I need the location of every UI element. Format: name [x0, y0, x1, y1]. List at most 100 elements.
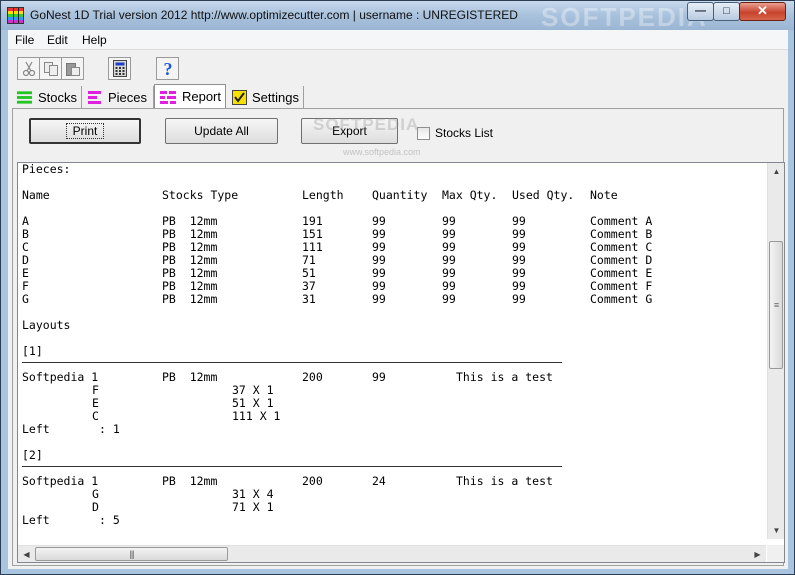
column-header: Stocks Type — [162, 188, 239, 202]
stocks-icon — [16, 91, 33, 104]
piece-cell: G — [22, 292, 29, 306]
toolbar: ? — [8, 54, 788, 84]
tab-settings[interactable]: Settings — [228, 86, 304, 108]
watermark-overlay: SOFTPEDIA — [313, 115, 420, 134]
stocks-list-label: Stocks List — [435, 126, 494, 140]
report-icon — [159, 90, 176, 104]
menu-edit[interactable]: Edit — [47, 33, 68, 47]
layout-stock-name: Softpedia 1 — [22, 370, 99, 384]
horizontal-scroll-thumb[interactable]: ||| — [35, 547, 228, 561]
scroll-down-arrow-icon[interactable]: ▼ — [768, 522, 784, 539]
tab-report[interactable]: Report — [154, 84, 226, 108]
cut-button[interactable] — [17, 57, 40, 80]
stocks-list-checkbox[interactable] — [417, 126, 430, 140]
copy-icon — [43, 61, 58, 76]
column-header: Max Qty. — [442, 188, 498, 202]
stocks-list-toggle[interactable]: Stocks List — [417, 126, 493, 140]
layout-comment: This is a test — [456, 474, 553, 488]
layouts-heading: Layouts — [22, 318, 71, 332]
scrollbar-corner — [767, 545, 784, 562]
piece-cell: PB 12mm — [162, 292, 218, 306]
scroll-up-arrow-icon[interactable]: ▲ — [768, 163, 784, 180]
piece-cell: Comment G — [590, 292, 653, 306]
tab-bar: Stocks Pieces Report Settings — [8, 84, 788, 108]
print-button[interactable]: Print — [29, 118, 141, 144]
layout-count: 99 — [372, 370, 386, 384]
grip-icon: ||| — [129, 549, 134, 559]
layout-length: 200 — [302, 370, 323, 384]
calculator-button[interactable] — [108, 57, 131, 80]
column-header: Name — [22, 188, 50, 202]
minimize-icon: — — [695, 5, 706, 17]
menu-bar: File Edit Help — [8, 30, 788, 50]
print-button-label: Print — [65, 123, 105, 139]
layout-stock-type: PB 12mm — [162, 474, 218, 488]
close-button[interactable]: ✕ — [739, 2, 786, 21]
app-logo-icon — [7, 7, 24, 24]
cut-icon — [22, 61, 35, 76]
layout-part-cut: 71 X 1 — [232, 500, 274, 514]
update-all-button[interactable]: Update All — [165, 118, 278, 144]
vertical-scrollbar[interactable]: ▲ ≡ ▼ — [767, 163, 784, 539]
pieces-icon — [88, 91, 101, 104]
layout-stock-type: PB 12mm — [162, 370, 218, 384]
column-header: Note — [590, 188, 618, 202]
tab-pieces[interactable]: Pieces — [83, 86, 154, 108]
layout-comment: This is a test — [456, 370, 553, 384]
pieces-heading: Pieces: — [22, 163, 71, 176]
settings-icon — [232, 89, 247, 105]
column-header: Used Qty. — [512, 188, 575, 202]
menu-file[interactable]: File — [15, 33, 34, 47]
copy-button[interactable] — [39, 57, 62, 80]
tab-stocks-label: Stocks — [37, 89, 77, 105]
piece-cell: 99 — [512, 292, 526, 306]
scroll-right-arrow-icon[interactable]: ▶ — [749, 546, 766, 562]
tab-pieces-label: Pieces — [108, 89, 148, 105]
calculator-icon — [112, 60, 127, 77]
layout-part-piece: C — [92, 409, 99, 423]
layout-left-label: Left — [22, 513, 50, 527]
update-all-button-label: Update All — [194, 124, 249, 138]
layout-length: 200 — [302, 474, 323, 488]
piece-cell: 99 — [442, 292, 456, 306]
paste-icon — [65, 62, 80, 76]
help-button[interactable]: ? — [156, 57, 179, 80]
layout-separator — [22, 362, 562, 363]
minimize-button[interactable]: — — [687, 2, 714, 21]
piece-cell: 99 — [372, 292, 386, 306]
close-icon: ✕ — [757, 3, 768, 18]
column-header: Quantity — [372, 188, 428, 202]
tab-stocks[interactable]: Stocks — [12, 86, 82, 108]
tab-settings-label: Settings — [252, 89, 299, 105]
vertical-scroll-thumb[interactable]: ≡ — [769, 241, 783, 369]
app-window: GoNest 1D Trial version 2012 http://www.… — [0, 0, 795, 575]
layout-left-value: : 1 — [99, 422, 120, 436]
layout-part-cut: 111 X 1 — [232, 409, 281, 423]
layout-part-piece: D — [92, 500, 99, 514]
paste-button[interactable] — [61, 57, 84, 80]
maximize-icon: □ — [723, 5, 730, 17]
report-panel: Print Update All Export SOFTPEDIA www.so… — [12, 108, 785, 566]
column-header: Length — [302, 188, 344, 202]
layout-separator — [22, 466, 562, 467]
piece-cell: 31 — [302, 292, 316, 306]
menu-help[interactable]: Help — [82, 33, 107, 47]
horizontal-scrollbar[interactable]: ◀ ||| ▶ — [18, 545, 766, 562]
layout-index: [1] — [22, 344, 43, 358]
maximize-button[interactable]: □ — [713, 2, 740, 21]
grip-icon: ≡ — [773, 300, 779, 310]
window-title: GoNest 1D Trial version 2012 http://www.… — [30, 8, 518, 22]
title-bar[interactable]: GoNest 1D Trial version 2012 http://www.… — [1, 1, 794, 32]
tab-report-label: Report — [181, 89, 221, 104]
report-text-area[interactable]: Pieces: Name Stocks Type Length Quantity Max … — [17, 162, 785, 563]
scroll-left-arrow-icon[interactable]: ◀ — [18, 546, 35, 562]
layout-left-value: : 5 — [99, 513, 120, 527]
layout-count: 24 — [372, 474, 386, 488]
layout-left-label: Left — [22, 422, 50, 436]
layout-stock-name: Softpedia 1 — [22, 474, 99, 488]
watermark-text: SOFTPEDIA — [541, 2, 708, 32]
layout-index: [2] — [22, 448, 43, 462]
svg-text:?: ? — [163, 60, 172, 78]
client-area: File Edit Help ? Stocks Pieces Report Se… — [8, 30, 788, 569]
report-content: Pieces: Name Stocks Type Length Quantity Max … — [18, 163, 766, 539]
